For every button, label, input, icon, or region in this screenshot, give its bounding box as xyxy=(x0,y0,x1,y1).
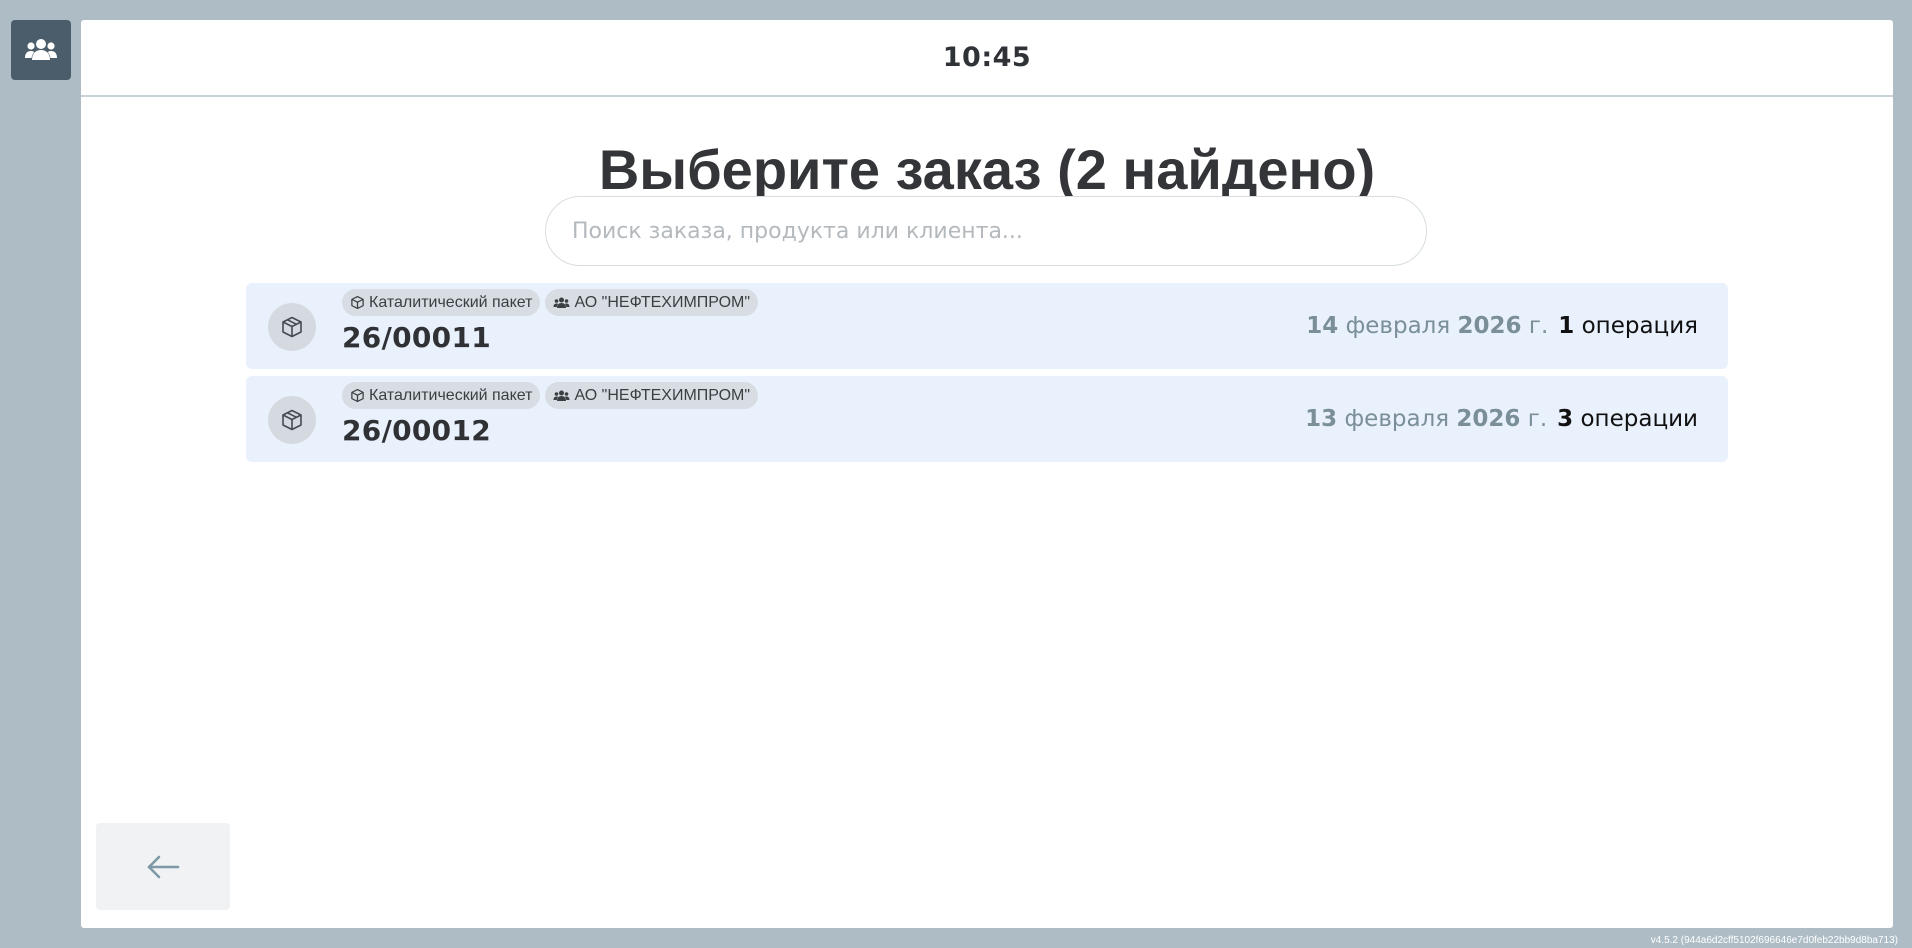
client-tag: АО "НЕФТЕХИМПРОМ" xyxy=(545,382,759,409)
back-button[interactable] xyxy=(96,823,230,910)
client-tag-label: АО "НЕФТЕХИМПРОМ" xyxy=(574,293,751,311)
order-date-day: 14 xyxy=(1306,313,1339,339)
order-row[interactable]: Каталитический пакет АО "НЕФТЕХИМПРОМ" 2… xyxy=(246,376,1728,462)
orders-list: Каталитический пакет АО "НЕФТЕХИМПРОМ" 2… xyxy=(246,283,1728,469)
order-operations: 1 операция xyxy=(1558,313,1698,339)
order-date-suffix: г. xyxy=(1528,313,1549,339)
order-date-suffix: г. xyxy=(1527,406,1548,432)
order-tags: Каталитический пакет АО "НЕФТЕХИМПРОМ" xyxy=(342,289,759,316)
main-panel: 10:45 Выберите заказ (2 найдено) Поиск з… xyxy=(81,20,1893,928)
search-input[interactable] xyxy=(545,196,1427,266)
clock: 10:45 xyxy=(942,42,1032,73)
order-date-year: 2026 xyxy=(1456,406,1521,432)
order-tags: Каталитический пакет АО "НЕФТЕХИМПРОМ" xyxy=(342,382,759,409)
box-icon xyxy=(351,295,364,310)
product-tag: Каталитический пакет xyxy=(342,382,541,409)
users-icon xyxy=(553,297,570,308)
operations-count: 3 xyxy=(1557,406,1574,432)
order-number: 26/00012 xyxy=(342,414,492,447)
operations-count: 1 xyxy=(1558,313,1575,339)
box-icon xyxy=(282,316,302,338)
order-date: 14 февраля 2026 г. xyxy=(1306,313,1548,339)
box-icon-circle xyxy=(268,303,316,351)
order-number: 26/00011 xyxy=(342,321,492,354)
operations-label: операция xyxy=(1581,313,1698,339)
users-icon xyxy=(553,390,570,401)
users-icon xyxy=(25,39,57,60)
product-tag-label: Каталитический пакет xyxy=(369,386,533,404)
order-meta: 14 февраля 2026 г. 1 операция xyxy=(1306,313,1698,339)
client-tag: АО "НЕФТЕХИМПРОМ" xyxy=(545,289,759,316)
client-tag-label: АО "НЕФТЕХИМПРОМ" xyxy=(574,386,751,404)
top-bar: 10:45 xyxy=(81,20,1893,97)
page-title: Выберите заказ (2 найдено) xyxy=(598,138,1376,201)
version-label: v4.5.2 (944a6d2cff5102f696646e7d0feb22bb… xyxy=(1650,935,1898,946)
order-operations: 3 операции xyxy=(1557,406,1698,432)
order-row[interactable]: Каталитический пакет АО "НЕФТЕХИМПРОМ" 2… xyxy=(246,283,1728,369)
order-date-year: 2026 xyxy=(1457,313,1522,339)
order-meta: 13 февраля 2026 г. 3 операции xyxy=(1305,406,1698,432)
box-icon xyxy=(351,388,364,403)
operations-label: операции xyxy=(1580,406,1698,432)
box-icon xyxy=(282,409,302,431)
arrow-left-icon xyxy=(147,855,180,878)
box-icon-circle xyxy=(268,396,316,444)
order-date-day: 13 xyxy=(1305,406,1338,432)
product-tag: Каталитический пакет xyxy=(342,289,541,316)
order-date-month: февраля xyxy=(1345,313,1451,339)
product-tag-label: Каталитический пакет xyxy=(369,293,533,311)
order-date-month: февраля xyxy=(1344,406,1450,432)
order-date: 13 февраля 2026 г. xyxy=(1305,406,1547,432)
users-button[interactable] xyxy=(11,20,71,80)
